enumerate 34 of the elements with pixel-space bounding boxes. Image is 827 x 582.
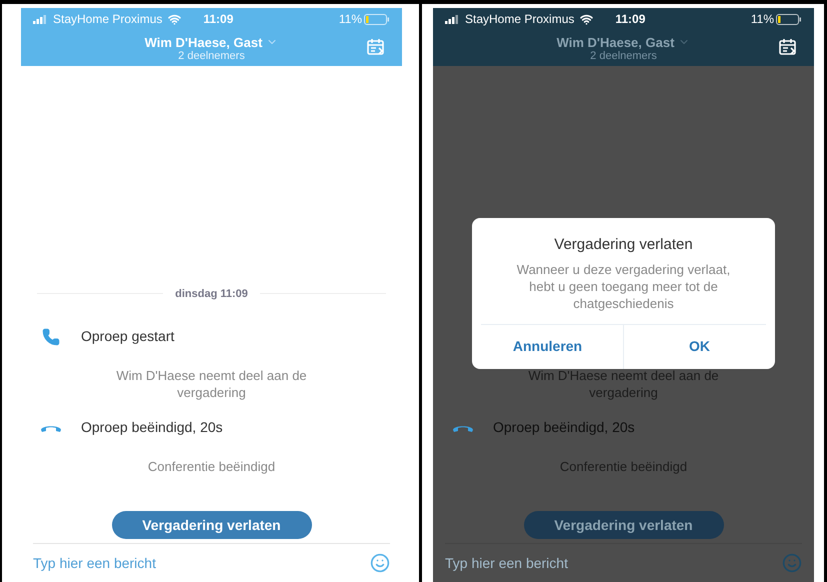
date-divider: dinsdag 11:09 — [175, 286, 248, 302]
call-event-text: Oproep beëindigd, 20s — [81, 418, 223, 437]
carrier-text: StayHome Proximus — [53, 11, 162, 28]
signal-icon — [33, 14, 47, 24]
status-time: 11:09 — [203, 11, 234, 28]
notice-text: Conferentie beëindigd — [148, 458, 276, 475]
notice-text: Wim D'Haese neemt deel aan de vergadering — [115, 367, 308, 401]
message-input[interactable]: Typ hier een bericht — [445, 552, 782, 574]
message-input[interactable]: Typ hier een bericht — [33, 552, 370, 574]
participants-count: 2 deelnemers — [178, 50, 245, 62]
phone-icon — [42, 328, 60, 346]
leave-meeting-button[interactable]: Vergadering verlaten — [112, 511, 312, 539]
participants-count: 2 deelnemers — [590, 50, 657, 62]
battery-icon — [364, 14, 390, 24]
battery-percentage: 11% — [338, 11, 362, 28]
leave-meeting-button[interactable]: Vergadering verlaten — [524, 511, 724, 539]
call-event-text: Oproep gestart — [81, 327, 174, 346]
calendar-icon[interactable] — [778, 37, 798, 57]
wifi-icon — [168, 12, 182, 26]
emoji-icon[interactable] — [370, 553, 390, 573]
dialog-button[interactable]: Annuleren — [472, 324, 623, 368]
chat-title[interactable]: Wim D'Haese, Gast — [144, 34, 262, 50]
emoji-icon[interactable] — [782, 553, 802, 573]
dialog-message: Wanneer u deze vergadering verlaat, hebt u geen toegang meer tot de chatgeschiedenis — [516, 260, 732, 312]
signal-icon — [445, 14, 459, 24]
chat-title[interactable]: Wim D'Haese, Gast — [556, 34, 674, 50]
battery-percentage: 11% — [750, 11, 774, 28]
status-time: 11:09 — [615, 11, 646, 28]
battery-icon — [776, 14, 802, 24]
wifi-icon — [580, 12, 594, 26]
carrier-text: StayHome Proximus — [465, 11, 574, 28]
dialog-button[interactable]: OK — [623, 324, 775, 368]
call-event-text: Oproep beëindigd, 20s — [493, 418, 635, 437]
dialog-title: Vergadering verlaten — [554, 235, 693, 255]
